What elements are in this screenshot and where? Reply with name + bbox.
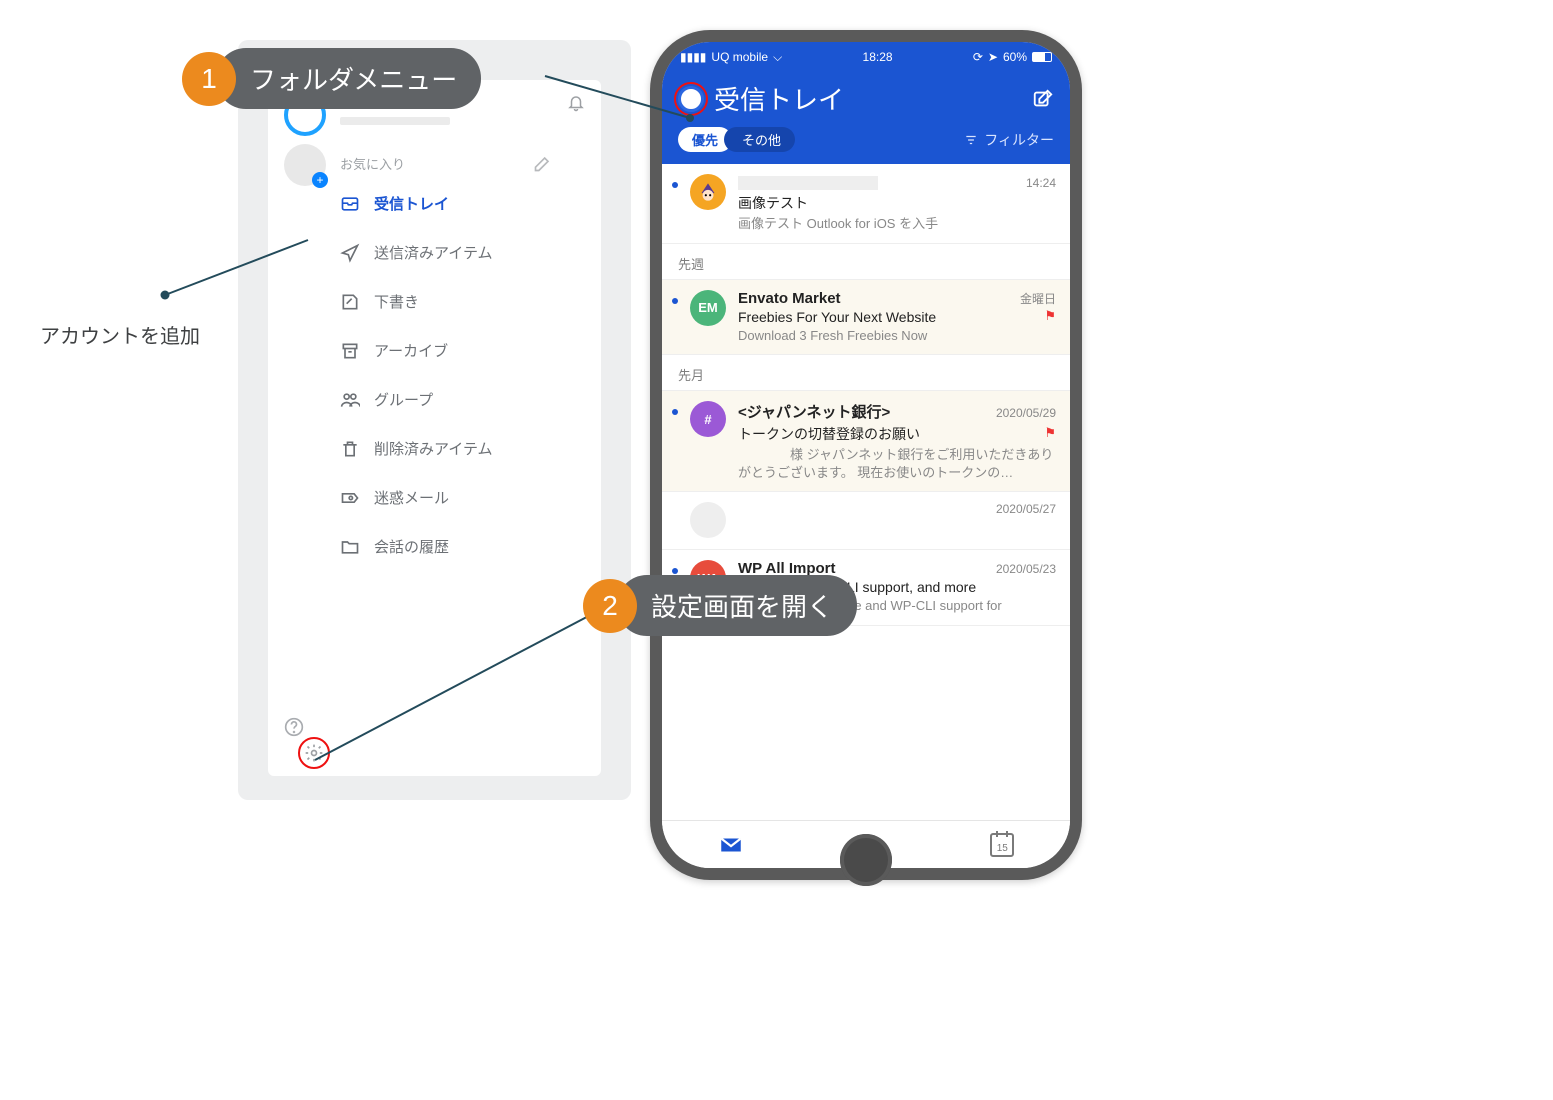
callout-badge: 1 xyxy=(182,52,236,106)
mail-preview: 画像テスト Outlook for iOS を入手 xyxy=(738,215,1056,233)
mail-subject: Freebies For Your Next Website xyxy=(738,309,936,325)
avatar: # xyxy=(690,401,726,437)
nav-calendar-icon[interactable]: 15 xyxy=(990,833,1014,857)
unread-dot-icon xyxy=(672,182,678,188)
mail-date: 2020/05/29 xyxy=(996,406,1056,420)
folder-label: 受信トレイ xyxy=(374,193,449,214)
nav-mail-icon[interactable] xyxy=(718,832,744,858)
filter-icon xyxy=(964,133,978,147)
inbox-icon xyxy=(340,194,360,214)
folder-label: 下書き xyxy=(374,291,419,312)
sync-icon: ⟳ xyxy=(973,50,983,64)
mail-item[interactable]: 14:24 画像テスト 画像テスト Outlook for iOS を入手 xyxy=(662,164,1070,244)
highlight-ring-gear xyxy=(298,737,330,769)
favorites-label: お気に入り xyxy=(340,154,405,173)
callout-1: 1 フォルダメニュー xyxy=(182,48,481,109)
folder-label: 迷惑メール xyxy=(374,487,449,508)
flag-icon: ⚑ xyxy=(1044,425,1056,441)
folder-label: 会話の履歴 xyxy=(374,536,449,557)
battery-icon xyxy=(1032,52,1052,62)
avatar xyxy=(690,174,726,210)
mail-item[interactable]: # <ジャパンネット銀行> 2020/05/29 トークンの切替登録のお願い ⚑… xyxy=(662,391,1070,492)
pencil-icon[interactable] xyxy=(533,153,553,173)
signal-icon: ▮▮▮▮ xyxy=(680,50,706,64)
folder-drafts[interactable]: 下書き xyxy=(340,277,553,326)
unread-dot-icon xyxy=(672,298,678,304)
folder-trash[interactable]: 削除済みアイテム xyxy=(340,424,553,473)
group-icon xyxy=(340,390,360,410)
mail-item[interactable]: EM Envato Market 金曜日 Freebies For Your N… xyxy=(662,280,1070,356)
home-button[interactable] xyxy=(840,834,892,886)
carrier-label: UQ mobile xyxy=(711,50,768,64)
folder-icon xyxy=(340,537,360,557)
compose-icon[interactable] xyxy=(1032,88,1054,110)
panel-footer xyxy=(284,717,585,768)
mail-sender xyxy=(738,174,878,191)
calendar-day: 15 xyxy=(997,843,1008,854)
trash-icon xyxy=(340,439,360,459)
folder-sent[interactable]: 送信済みアイテム xyxy=(340,228,553,277)
account-email-placeholder xyxy=(340,117,450,125)
folder-groups[interactable]: グループ xyxy=(340,375,553,424)
archive-icon xyxy=(340,341,360,361)
mail-date: 金曜日 xyxy=(1020,290,1056,307)
mail-date: 2020/05/23 xyxy=(996,562,1056,576)
callout-2: 2 設定画面を開く xyxy=(583,575,857,636)
unread-dot-icon xyxy=(672,568,678,574)
avatar xyxy=(690,502,726,538)
tab-other[interactable]: その他 xyxy=(724,127,795,152)
status-bar: ▮▮▮▮ UQ mobile ⌵ 18:28 ⟳ ➤ 60% xyxy=(662,42,1070,72)
mail-preview: 様 ジャパンネット銀行をご利用いただきありがとうございます。 現在お使いのトーク… xyxy=(738,446,1056,481)
clock-label: 18:28 xyxy=(863,50,893,64)
mail-list[interactable]: 14:24 画像テスト 画像テスト Outlook for iOS を入手 先週… xyxy=(662,164,1070,820)
mail-item[interactable]: 2020/05/27 xyxy=(662,492,1070,550)
battery-label: 60% xyxy=(1003,50,1027,64)
send-icon xyxy=(340,243,360,263)
add-account-button[interactable]: + xyxy=(284,144,326,186)
mail-sender: Envato Market xyxy=(738,290,841,307)
mail-date: 2020/05/27 xyxy=(996,502,1056,516)
folder-junk[interactable]: 迷惑メール xyxy=(340,473,553,522)
flag-icon: ⚑ xyxy=(1044,308,1056,324)
wifi-icon: ⌵ xyxy=(773,50,782,65)
help-icon[interactable] xyxy=(284,717,304,737)
folder-conversation-history[interactable]: 会話の履歴 xyxy=(340,522,553,571)
plus-icon: + xyxy=(312,172,328,188)
avatar: EM xyxy=(690,290,726,326)
mail-sender: <ジャパンネット銀行> xyxy=(738,401,890,422)
draft-icon xyxy=(340,292,360,312)
app-bar: 受信トレイ 優先 その他 フィルター xyxy=(662,72,1070,164)
junk-icon xyxy=(340,488,360,508)
folder-inbox[interactable]: 受信トレイ xyxy=(340,179,553,228)
callout-badge: 2 xyxy=(583,579,637,633)
mail-subject: 画像テスト xyxy=(738,193,1056,213)
group-lastweek: 先週 xyxy=(662,244,1070,280)
mail-preview: Download 3 Fresh Freebies Now xyxy=(738,327,1056,345)
filter-button[interactable]: フィルター xyxy=(964,130,1054,150)
folder-label: 削除済みアイテム xyxy=(374,438,493,459)
mail-date: 14:24 xyxy=(1026,176,1056,190)
bell-icon[interactable] xyxy=(567,94,585,112)
folder-menu-panel: + Outlook.com お気に入り 受信トレイ 送信済 xyxy=(238,40,631,800)
callout-bubble: フォルダメニュー xyxy=(216,48,481,109)
folder-archive[interactable]: アーカイブ xyxy=(340,326,553,375)
folder-label: 送信済みアイテム xyxy=(374,242,493,263)
page-title: 受信トレイ xyxy=(714,80,1022,117)
folder-menu-inner: + Outlook.com お気に入り 受信トレイ 送信済 xyxy=(268,80,601,776)
group-lastmonth: 先月 xyxy=(662,355,1070,391)
phone-frame: ▮▮▮▮ UQ mobile ⌵ 18:28 ⟳ ➤ 60% 受信トレイ xyxy=(650,30,1082,880)
folder-label: グループ xyxy=(374,389,433,410)
unread-dot-icon xyxy=(672,409,678,415)
folder-label: アーカイブ xyxy=(374,340,448,361)
account-row: + Outlook.com お気に入り 受信トレイ 送信済 xyxy=(284,94,585,571)
phone-screen: ▮▮▮▮ UQ mobile ⌵ 18:28 ⟳ ➤ 60% 受信トレイ xyxy=(662,42,1070,868)
callout-bubble: 設定画面を開く xyxy=(617,575,857,636)
location-icon: ➤ xyxy=(988,50,998,64)
filter-label: フィルター xyxy=(984,130,1054,150)
highlight-ring-menu xyxy=(674,82,708,116)
side-label: アカウントを追加 xyxy=(40,320,200,349)
mail-subject: トークンの切替登録のお願い xyxy=(738,424,920,444)
